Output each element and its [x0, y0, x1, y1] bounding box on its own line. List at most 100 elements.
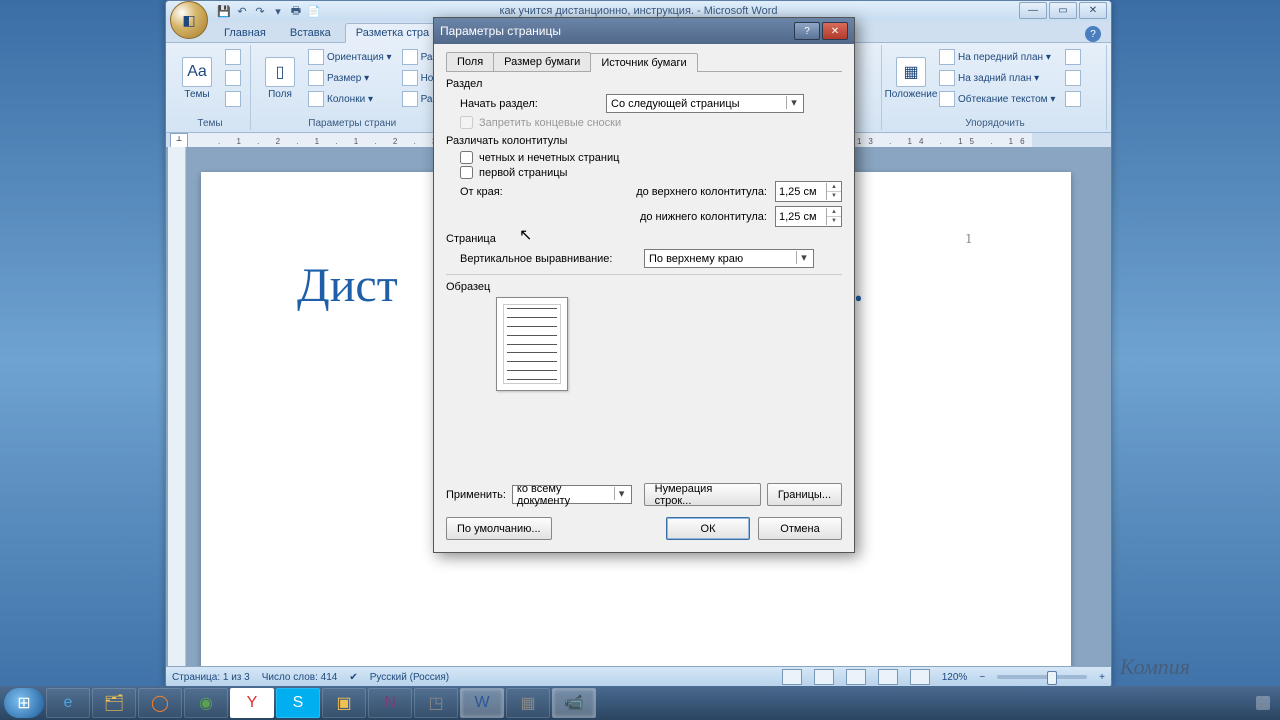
task-media-icon[interactable]: ◯ — [138, 688, 182, 718]
tray-icon[interactable] — [1256, 696, 1270, 710]
zoom-in-icon[interactable]: + — [1099, 672, 1105, 683]
suppress-endnotes-checkbox: Запретить концевые сноски — [460, 116, 842, 129]
task-app2-icon[interactable]: ▣ — [322, 688, 366, 718]
task-yandex-icon[interactable]: Y — [230, 688, 274, 718]
zoom-slider[interactable] — [997, 675, 1087, 679]
preview-icon[interactable]: 📄 — [306, 3, 322, 19]
spin-up-icon[interactable]: ▲ — [827, 208, 841, 217]
valign-select[interactable]: По верхнему краю — [644, 249, 814, 268]
task-camera-icon[interactable]: 📹 — [552, 688, 596, 718]
dialog-help-button[interactable]: ? — [794, 22, 820, 40]
tab-paper-size[interactable]: Размер бумаги — [493, 52, 591, 71]
line-numbers-button[interactable]: Нумерация строк... — [644, 483, 761, 506]
footer-distance-spinner[interactable]: ▲▼ — [775, 206, 842, 227]
default-button[interactable]: По умолчанию... — [446, 517, 552, 540]
minimize-button[interactable]: — — [1019, 2, 1047, 19]
start-button[interactable]: ⊞ — [4, 688, 44, 718]
theme-effects-icon[interactable] — [222, 89, 244, 109]
apply-to-select[interactable]: ко всему документу — [512, 485, 632, 504]
task-word-icon[interactable]: W — [460, 688, 504, 718]
headers-footers-label: Различать колонтитулы — [446, 135, 842, 147]
cancel-button[interactable]: Отмена — [758, 517, 842, 540]
text-wrap-button[interactable]: Обтекание текстом ▾ — [936, 89, 1058, 109]
orientation-button[interactable]: Ориентация ▾ — [305, 47, 395, 67]
ok-button[interactable]: ОК — [666, 517, 750, 540]
save-icon[interactable]: 💾 — [216, 3, 232, 19]
header-distance-spinner[interactable]: ▲▼ — [775, 181, 842, 202]
task-onenote-icon[interactable]: N — [368, 688, 412, 718]
task-skype-icon[interactable]: S — [276, 688, 320, 718]
to-header-label: до верхнего колонтитула: — [618, 186, 767, 198]
help-icon[interactable]: ? — [1085, 26, 1101, 42]
preview-thumbnail — [496, 297, 568, 391]
undo-icon[interactable]: ↶ — [234, 3, 250, 19]
group-icon[interactable] — [1062, 68, 1084, 88]
size-button[interactable]: Размер ▾ — [305, 68, 395, 88]
borders-button[interactable]: Границы... — [767, 483, 842, 506]
close-button[interactable]: ✕ — [1079, 2, 1107, 19]
tab-fields[interactable]: Поля — [446, 52, 494, 71]
vertical-ruler[interactable] — [168, 147, 186, 667]
group-themes: AaТемы Темы — [170, 45, 251, 130]
task-app3-icon[interactable]: ◳ — [414, 688, 458, 718]
first-page-checkbox[interactable]: первой страницы — [460, 166, 842, 179]
proofing-icon[interactable]: ✔ — [349, 672, 357, 683]
margins-button[interactable]: ▯Поля — [259, 47, 301, 109]
zoom-value[interactable]: 120% — [942, 672, 968, 683]
dialog-title: Параметры страницы — [440, 24, 561, 38]
odd-even-checkbox[interactable]: четных и нечетных страниц — [460, 151, 842, 164]
print-icon[interactable]: 🖶 — [288, 3, 304, 19]
start-section-select[interactable]: Со следующей страницы — [606, 94, 804, 113]
group-page-setup: ▯Поля Ориентация ▾ Размер ▾ Колонки ▾ Ра… — [253, 45, 453, 130]
view-draft-icon[interactable] — [910, 669, 930, 685]
columns-button[interactable]: Колонки ▾ — [305, 89, 395, 109]
themes-button[interactable]: AaТемы — [176, 47, 218, 109]
system-tray[interactable] — [1256, 696, 1276, 710]
tab-paper-source[interactable]: Источник бумаги — [590, 53, 697, 72]
view-print-icon[interactable] — [782, 669, 802, 685]
start-section-label: Начать раздел: — [460, 98, 600, 110]
page-section-label: Страница — [446, 233, 842, 245]
task-ie-icon[interactable]: e — [46, 688, 90, 718]
task-app1-icon[interactable]: ◉ — [184, 688, 228, 718]
from-edge-label: От края: — [460, 186, 610, 198]
theme-colors-icon[interactable] — [222, 47, 244, 67]
qat-icon[interactable]: ▾ — [270, 3, 286, 19]
dialog-close-button[interactable]: ✕ — [822, 22, 848, 40]
view-reading-icon[interactable] — [814, 669, 834, 685]
section-label: Раздел — [446, 78, 842, 90]
align-icon[interactable] — [1062, 47, 1084, 67]
dialog-tabs: Поля Размер бумаги Источник бумаги — [446, 52, 842, 72]
header-distance-input[interactable] — [776, 183, 826, 200]
tab-home[interactable]: Главная — [214, 24, 276, 42]
task-app4-icon[interactable]: ▦ — [506, 688, 550, 718]
task-explorer-icon[interactable]: 🗂 — [92, 688, 136, 718]
office-button[interactable]: ◧ — [170, 1, 208, 39]
view-web-icon[interactable] — [846, 669, 866, 685]
page-setup-dialog: Параметры страницы ? ✕ Поля Размер бумаг… — [433, 17, 855, 553]
statusbar: Страница: 1 из 3 Число слов: 414 ✔ Русск… — [166, 666, 1111, 687]
maximize-button[interactable]: ▭ — [1049, 2, 1077, 19]
watermark: Компия — [1120, 654, 1190, 680]
theme-fonts-icon[interactable] — [222, 68, 244, 88]
spin-down-icon[interactable]: ▼ — [827, 192, 841, 200]
quick-access-toolbar: 💾 ↶ ↷ ▾ 🖶 📄 — [216, 3, 322, 19]
dialog-titlebar[interactable]: Параметры страницы ? ✕ — [434, 18, 854, 44]
tab-insert[interactable]: Вставка — [280, 24, 341, 42]
spin-up-icon[interactable]: ▲ — [827, 183, 841, 192]
status-language[interactable]: Русский (Россия) — [370, 672, 449, 683]
position-button[interactable]: ▦Положение — [890, 47, 932, 109]
zoom-out-icon[interactable]: − — [979, 672, 985, 683]
view-outline-icon[interactable] — [878, 669, 898, 685]
apply-to-label: Применить: — [446, 489, 506, 501]
spin-down-icon[interactable]: ▼ — [827, 217, 841, 225]
footer-distance-input[interactable] — [776, 208, 826, 225]
tab-page-layout[interactable]: Разметка стра — [345, 23, 440, 43]
status-words[interactable]: Число слов: 414 — [262, 672, 338, 683]
rotate-icon[interactable] — [1062, 89, 1084, 109]
bring-front-button[interactable]: На передний план ▾ — [936, 47, 1058, 67]
valign-label: Вертикальное выравнивание: — [460, 253, 638, 265]
status-page[interactable]: Страница: 1 из 3 — [172, 672, 250, 683]
send-back-button[interactable]: На задний план ▾ — [936, 68, 1058, 88]
redo-icon[interactable]: ↷ — [252, 3, 268, 19]
